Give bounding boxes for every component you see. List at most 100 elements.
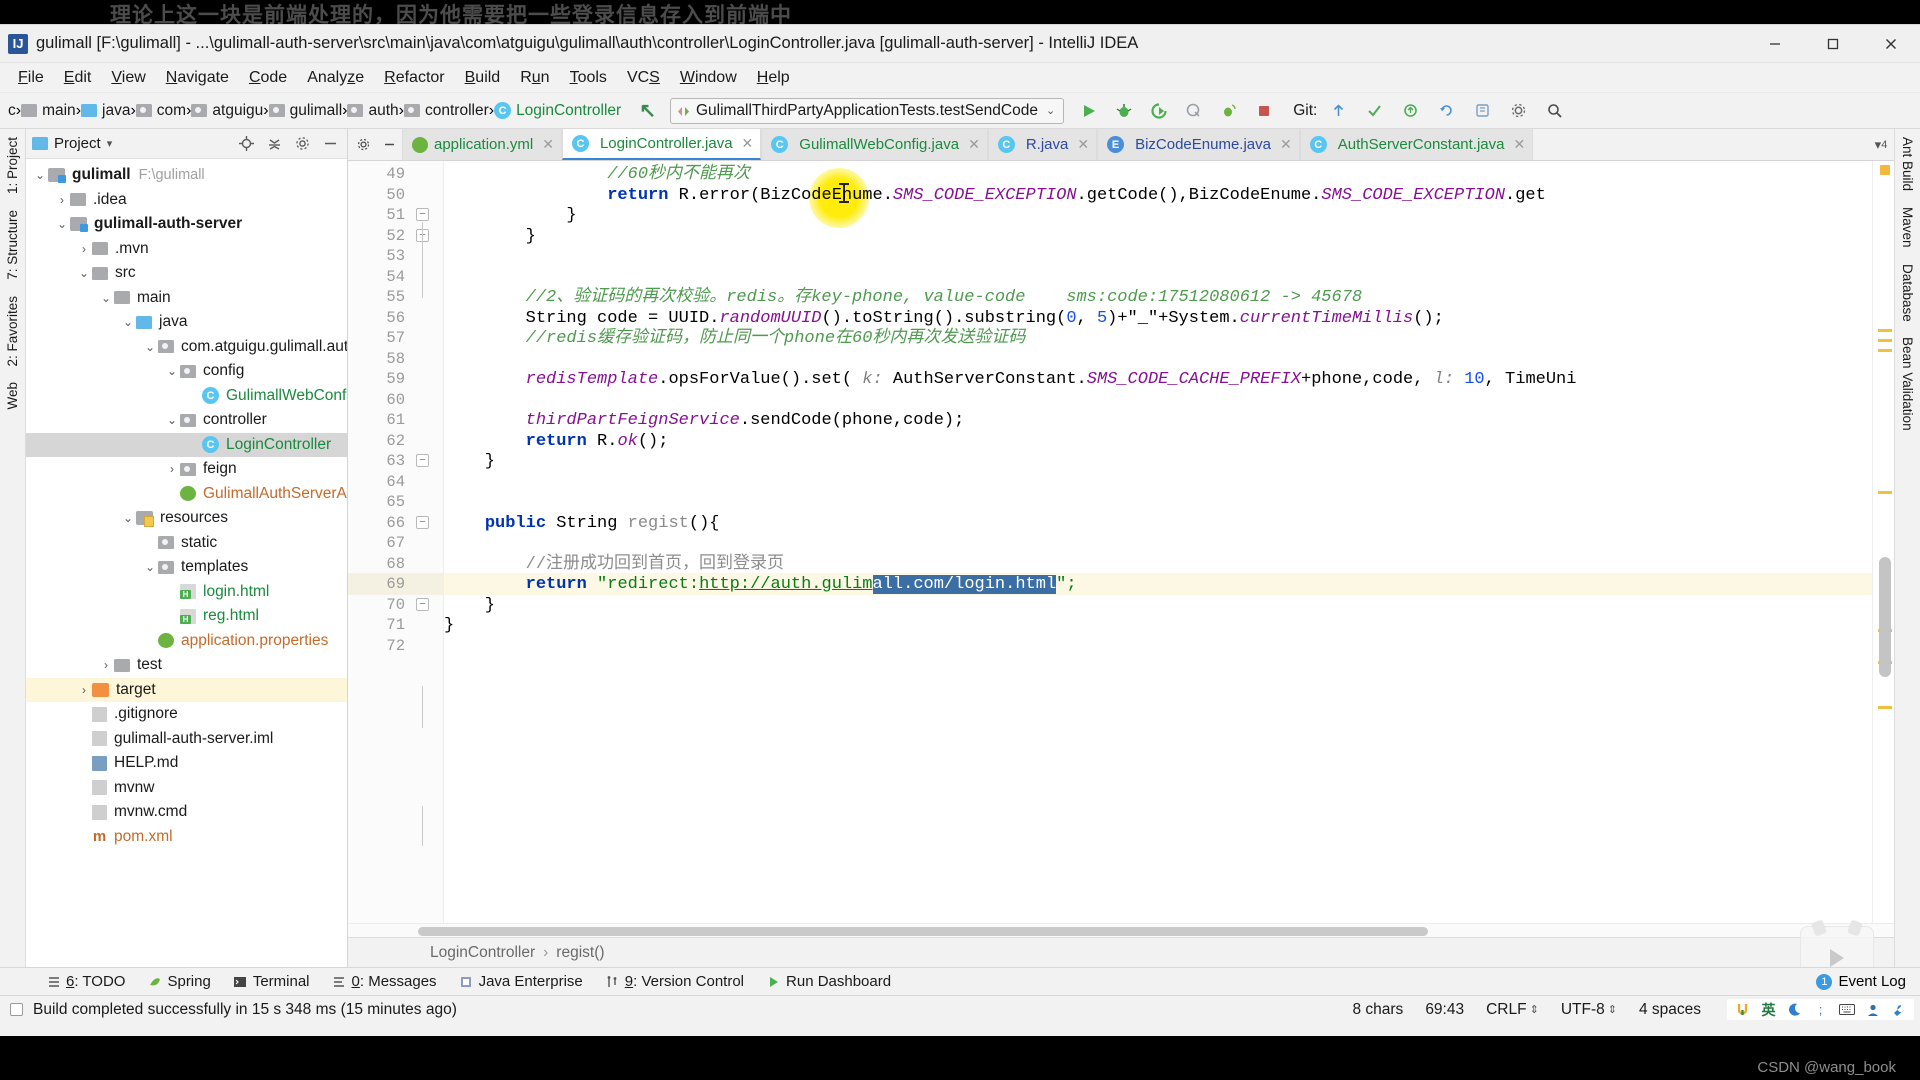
editor-tab-gulimallwebconfig-java[interactable]: C GulimallWebConfig.java ✕	[761, 129, 988, 160]
close-icon[interactable]: ✕	[742, 135, 754, 152]
search-everywhere-icon[interactable]	[1467, 97, 1497, 125]
tree-node-reg-html[interactable]: reg.html	[26, 604, 347, 629]
horizontal-scrollbar[interactable]	[418, 927, 1428, 936]
tree-node--gitignore[interactable]: .gitignore	[26, 702, 347, 727]
tree-expander-icon[interactable]: ⌄	[120, 315, 136, 329]
tree-node-mvnw-cmd[interactable]: mvnw.cmd	[26, 800, 347, 825]
minimize-button[interactable]	[1746, 25, 1804, 63]
git-commit-icon[interactable]	[1359, 97, 1389, 125]
stop-button[interactable]	[1249, 97, 1279, 125]
tree-expander-icon[interactable]: ⌄	[120, 511, 136, 525]
tool-window-6-todo[interactable]: 6: TODO	[36, 971, 135, 992]
breadcrumb-item-atguigu[interactable]: atguigu	[191, 102, 263, 120]
breadcrumb-item-com[interactable]: com	[135, 102, 186, 120]
editor-tab-r-java[interactable]: C R.java ✕	[987, 129, 1098, 160]
menu-item-window[interactable]: Window	[670, 65, 747, 91]
tool-window-java-enterprise[interactable]: Java Enterprise	[449, 971, 593, 992]
menu-item-file[interactable]: File	[8, 65, 54, 91]
breadcrumb-item-java[interactable]: java	[81, 102, 130, 120]
tree-node-templates[interactable]: ⌄ templates	[26, 555, 347, 580]
tool-window-run-dashboard[interactable]: Run Dashboard	[756, 971, 901, 992]
editor-tab-application-yml[interactable]: application.yml ✕	[402, 129, 562, 160]
tab-settings-icon[interactable]	[350, 129, 376, 160]
run-button[interactable]	[1074, 97, 1104, 125]
ime-；-icon[interactable]: ;	[1812, 1001, 1829, 1018]
close-icon[interactable]: ✕	[1280, 136, 1292, 153]
code-fold-toggle[interactable]: −	[416, 597, 429, 611]
tree-node-gulimallwebconf[interactable]: C GulimallWebConf	[26, 384, 347, 409]
hide-tabs-icon[interactable]	[376, 129, 402, 160]
inspection-marker[interactable]	[1878, 329, 1892, 332]
editor-tab-logincontroller-java[interactable]: C LoginController.java ✕	[561, 129, 762, 160]
tree-node--mvn[interactable]: › .mvn	[26, 237, 347, 262]
menu-item-tools[interactable]: Tools	[560, 65, 617, 91]
tree-node-pom-xml[interactable]: m pom.xml	[26, 825, 347, 850]
menu-item-refactor[interactable]: Refactor	[374, 65, 454, 91]
menu-item-view[interactable]: View	[101, 65, 155, 91]
inspection-marker[interactable]	[1878, 706, 1892, 709]
tool-window-spring[interactable]: Spring	[137, 971, 220, 992]
chevron-down-icon[interactable]: ⌄	[1046, 104, 1055, 117]
ime-英-icon[interactable]: 英	[1760, 1001, 1777, 1018]
menu-item-code[interactable]: Code	[239, 65, 297, 91]
close-icon[interactable]: ✕	[1514, 136, 1526, 153]
tool-rail-item-2-favorites[interactable]: 2: Favorites	[3, 288, 22, 375]
tree-node-gulimall[interactable]: ⌄ gulimall F:\gulimall	[26, 163, 347, 188]
tree-expander-icon[interactable]: ⌄	[164, 364, 180, 378]
git-revert-icon[interactable]	[1431, 97, 1461, 125]
maximize-button[interactable]	[1804, 25, 1862, 63]
tree-node-resources[interactable]: ⌄ resources	[26, 506, 347, 531]
tree-expander-icon[interactable]: ›	[98, 658, 114, 672]
tree-node-com-atguigu-gulimall-aut[interactable]: ⌄ com.atguigu.gulimall.aut	[26, 335, 347, 360]
status-indent[interactable]: 4 spaces	[1639, 1001, 1701, 1019]
ime-🔧-icon[interactable]	[1890, 1001, 1907, 1018]
tree-node-gulimall-auth-server[interactable]: ⌄ gulimall-auth-server	[26, 212, 347, 237]
tab-list-icon[interactable]: ▾ 4	[1868, 129, 1894, 160]
event-log-button[interactable]: 1 Event Log	[1816, 973, 1906, 990]
code-fold-toggle[interactable]: −	[416, 208, 429, 221]
error-marker-strip[interactable]	[1872, 161, 1894, 923]
tree-expander-icon[interactable]: ⌄	[32, 168, 48, 182]
tree-node-src[interactable]: ⌄ src	[26, 261, 347, 286]
editor-gutter[interactable]: 495051−52−5354555657585960616263−646566−…	[348, 161, 444, 923]
menu-item-help[interactable]: Help	[747, 65, 800, 91]
git-push-icon[interactable]	[1395, 97, 1425, 125]
tree-expander-icon[interactable]: ⌄	[164, 413, 180, 427]
tree-node-target[interactable]: › target	[26, 677, 347, 702]
collapse-all-icon[interactable]	[263, 133, 285, 155]
close-button[interactable]	[1862, 25, 1920, 63]
tree-node-gulimallauthserverap[interactable]: GulimallAuthServerAp	[26, 482, 347, 507]
close-icon[interactable]: ✕	[542, 136, 554, 153]
tree-node-config[interactable]: ⌄ config	[26, 359, 347, 384]
tree-expander-icon[interactable]: ›	[76, 242, 92, 256]
attach-debugger-button[interactable]	[1214, 97, 1244, 125]
tree-node-main[interactable]: ⌄ main	[26, 286, 347, 311]
tree-expander-icon[interactable]: ⌄	[76, 266, 92, 280]
tool-rail-item-1-project[interactable]: 1: Project	[3, 129, 22, 202]
tree-node-login-html[interactable]: login.html	[26, 580, 347, 605]
breadcrumb-item-gulimall[interactable]: gulimall	[268, 102, 342, 120]
tree-expander-icon[interactable]: ›	[164, 462, 180, 476]
tree-node-test[interactable]: › test	[26, 653, 347, 678]
tree-expander-icon[interactable]: ›	[54, 193, 70, 207]
ime-☽-icon[interactable]	[1786, 1001, 1803, 1018]
ime-⌨-icon[interactable]	[1838, 1001, 1855, 1018]
editor-tab-authserverconstant-java[interactable]: C AuthServerConstant.java ✕	[1299, 129, 1534, 160]
inspection-marker[interactable]	[1878, 349, 1892, 352]
menu-item-vcs[interactable]: VCS	[617, 65, 670, 91]
code-fold-toggle[interactable]: −	[416, 515, 429, 529]
run-configuration-selector[interactable]: GulimallThirdPartyApplicationTests.testS…	[669, 97, 1065, 124]
tree-node-mvnw[interactable]: mvnw	[26, 776, 347, 801]
tree-node-gulimall-auth-server-iml[interactable]: gulimall-auth-server.iml	[26, 727, 347, 752]
project-settings-icon[interactable]	[291, 133, 313, 155]
editor-breadcrumb-item[interactable]: regist()	[556, 944, 604, 962]
breadcrumb-item-main[interactable]: main	[21, 102, 76, 120]
tree-node-logincontroller[interactable]: C LoginController	[26, 432, 347, 457]
inspection-marker[interactable]	[1878, 339, 1892, 342]
menu-item-build[interactable]: Build	[455, 65, 511, 91]
editor-tab-bizcodeenume-java[interactable]: E BizCodeEnume.java ✕	[1097, 129, 1300, 160]
project-view-chevron-icon[interactable]: ▾	[107, 137, 113, 150]
tree-node--idea[interactable]: › .idea	[26, 188, 347, 213]
tool-rail-item-7-structure[interactable]: 7: Structure	[3, 202, 22, 288]
tool-window-terminal[interactable]: Terminal	[223, 971, 320, 992]
